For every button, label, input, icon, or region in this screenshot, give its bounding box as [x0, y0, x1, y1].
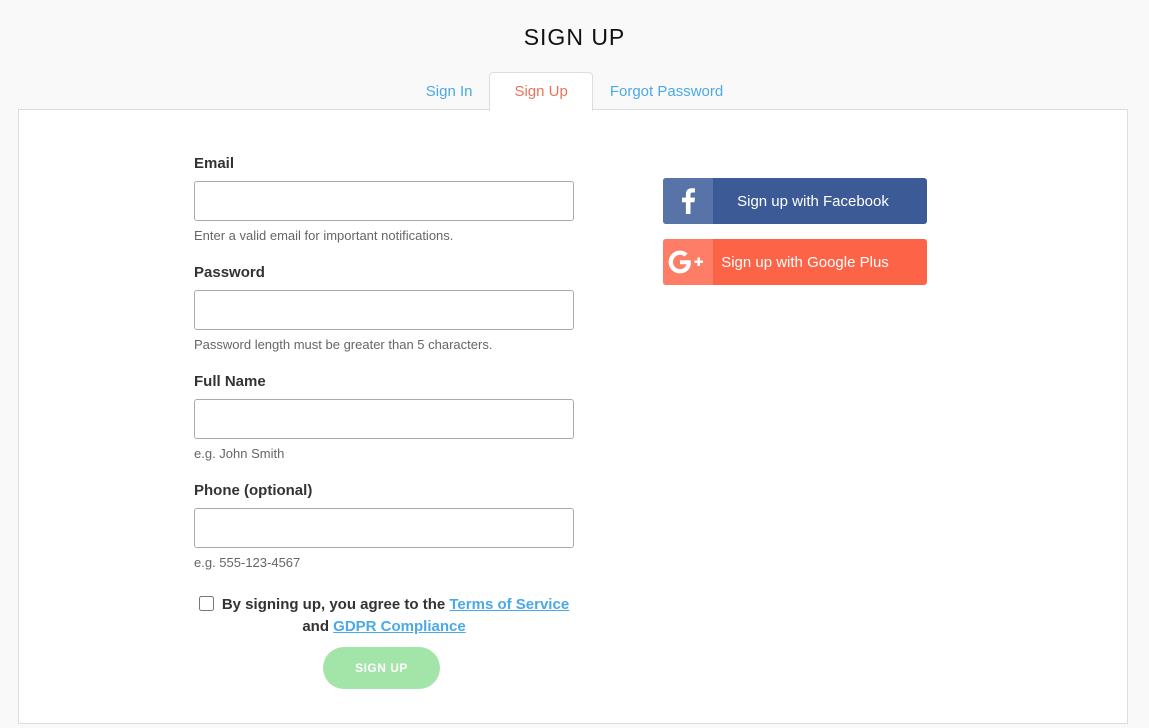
password-help: Password length must be greater than 5 c…	[194, 337, 493, 352]
email-label: Email	[194, 155, 235, 172]
phone-field[interactable]	[194, 508, 574, 548]
password-group: Password Password length must be greater…	[194, 264, 574, 353]
signup-form: Email Enter a valid email for important …	[194, 155, 574, 591]
agreement-text: By signing up, you agree to the	[221, 596, 446, 613]
email-group: Email Enter a valid email for important …	[194, 155, 574, 244]
facebook-signup-label: Sign up with Facebook	[737, 192, 889, 210]
facebook-icon	[663, 178, 713, 224]
google-plus-signup-button[interactable]: Sign up with Google Plus	[663, 239, 927, 285]
full-name-help: e.g. John Smith	[194, 446, 285, 461]
full-name-group: Full Name e.g. John Smith	[194, 373, 574, 462]
agree-checkbox[interactable]	[198, 596, 214, 611]
google-plus-icon	[663, 239, 713, 285]
tab-bar: Sign In Sign Up Forgot Password	[0, 72, 1149, 111]
full-name-field[interactable]	[194, 399, 574, 439]
tab-sign-in[interactable]: Sign In	[409, 72, 490, 110]
tab-forgot-password[interactable]: Forgot Password	[593, 72, 740, 110]
email-help: Enter a valid email for important notifi…	[194, 228, 454, 243]
agreement: By signing up, you agree to the Terms of…	[194, 594, 574, 638]
facebook-signup-button[interactable]: Sign up with Facebook	[663, 178, 927, 224]
sign-up-button[interactable]: SIGN UP	[323, 647, 440, 689]
terms-of-service-link[interactable]: Terms of Service	[449, 596, 569, 613]
phone-group: Phone (optional) e.g. 555-123-4567	[194, 482, 574, 571]
page-title: SIGN UP	[523, 24, 626, 50]
phone-label: Phone (optional)	[194, 482, 313, 499]
password-label: Password	[194, 264, 265, 281]
google-plus-signup-label: Sign up with Google Plus	[721, 253, 889, 271]
agreement-and: and	[302, 618, 329, 635]
tab-sign-up[interactable]: Sign Up	[489, 72, 593, 111]
full-name-label: Full Name	[194, 373, 266, 390]
password-field[interactable]	[194, 290, 574, 330]
phone-help: e.g. 555-123-4567	[194, 555, 301, 570]
gdpr-compliance-link[interactable]: GDPR Compliance	[333, 618, 466, 635]
signup-panel: Email Enter a valid email for important …	[18, 109, 1128, 724]
email-field[interactable]	[194, 181, 574, 221]
